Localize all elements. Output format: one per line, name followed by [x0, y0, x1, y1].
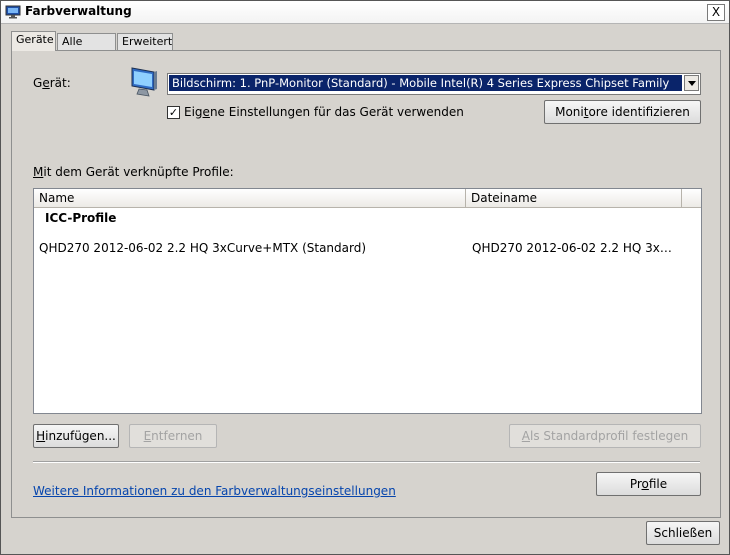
device-select[interactable]: Bildschirm: 1. PnP-Monitor (Standard) - …: [167, 73, 701, 95]
devices-panel: Gerät: Bildschirm: 1. PnP-Monitor (Stand…: [11, 50, 721, 518]
table-row[interactable]: QHD270 2012-06-02 2.2 HQ 3xCurve+MTX (St…: [34, 239, 701, 257]
column-filename-header[interactable]: Dateiname: [466, 189, 682, 207]
color-management-window: Farbverwaltung X Geräte Alle Profile Erw…: [0, 0, 730, 555]
own-settings-checkbox[interactable]: ✓: [167, 106, 180, 119]
color-management-app-icon: [5, 5, 21, 19]
list-header: Name Dateiname: [34, 189, 701, 208]
profile-filename: QHD270 2012-06-02 2.2 HQ 3xCurve...: [472, 241, 677, 255]
tab-devices[interactable]: Geräte: [11, 31, 56, 51]
device-label: Gerät:: [33, 76, 71, 90]
more-info-link[interactable]: Weitere Informationen zu den Farbverwalt…: [33, 484, 396, 498]
associated-profiles-label: Mit dem Gerät verknüpfte Profile:: [33, 165, 234, 179]
remove-button[interactable]: Entfernen: [129, 424, 217, 448]
monitor-icon: [131, 67, 157, 97]
tab-all-profiles[interactable]: Alle Profile: [57, 33, 116, 64]
tab-advanced[interactable]: Erweitert: [117, 33, 173, 50]
column-name-header[interactable]: Name: [34, 189, 466, 207]
profile-name: QHD270 2012-06-02 2.2 HQ 3xCurve+MTX (St…: [39, 241, 367, 255]
add-button[interactable]: Hinzufügen...: [33, 424, 119, 448]
title-bar[interactable]: Farbverwaltung X: [1, 1, 729, 24]
chevron-down-icon[interactable]: [684, 75, 699, 91]
identify-monitors-button[interactable]: Monitore identifizieren: [544, 100, 701, 124]
profiles-list[interactable]: Name Dateiname ICC-Profile QHD270 2012-0…: [33, 188, 702, 414]
device-select-value: Bildschirm: 1. PnP-Monitor (Standard) - …: [169, 75, 682, 91]
close-button[interactable]: Schließen: [646, 521, 720, 545]
close-icon[interactable]: X: [707, 4, 725, 21]
own-settings-label[interactable]: Eigene Einstellungen für das Gerät verwe…: [184, 105, 464, 119]
divider: [33, 461, 700, 463]
set-default-profile-button[interactable]: Als Standardprofil festlegen: [509, 424, 701, 448]
profiles-button[interactable]: Profile: [596, 472, 701, 496]
group-title: ICC-Profile: [45, 211, 117, 225]
window-title: Farbverwaltung: [25, 4, 132, 18]
